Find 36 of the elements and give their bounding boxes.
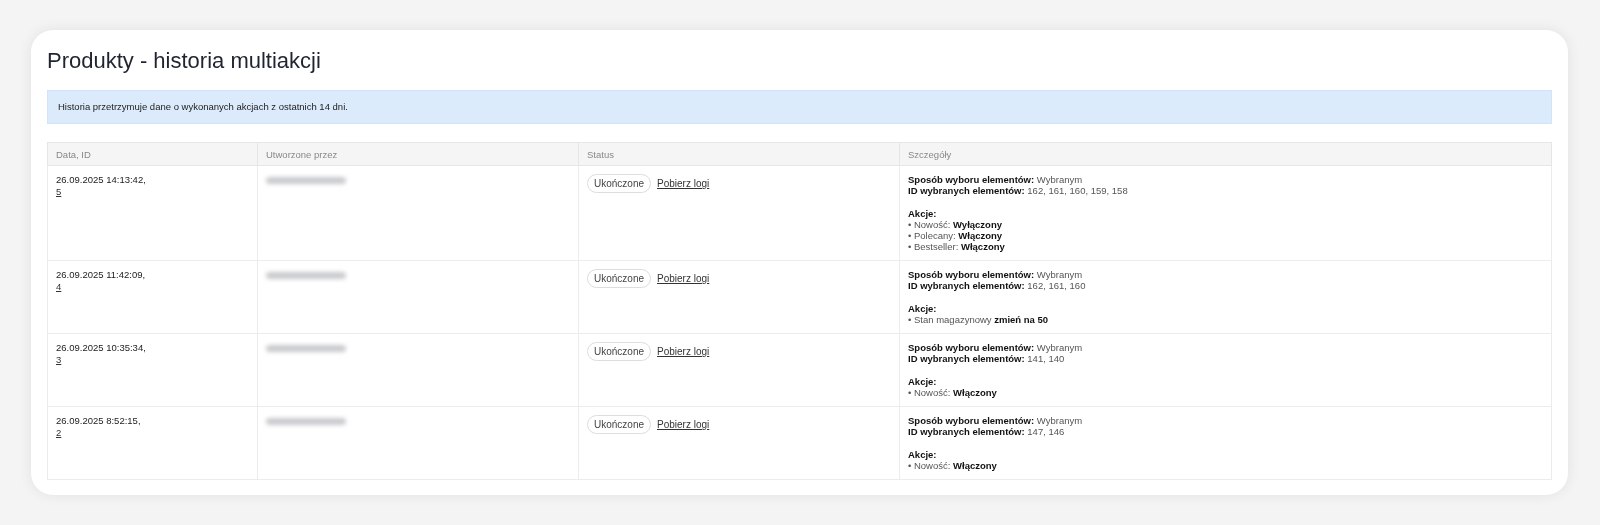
- download-logs-link[interactable]: Pobierz logi: [657, 419, 710, 430]
- actions-heading: Akcje:: [908, 303, 938, 314]
- action-line: • Bestseller: Włączony: [908, 241, 1006, 252]
- detail-line: Sposób wyboru elementów: Wybranym: [908, 174, 1084, 185]
- detail-line: ID wybranych elementów: 147, 146: [908, 426, 1066, 437]
- id-link[interactable]: 3: [56, 354, 62, 366]
- download-logs-link[interactable]: Pobierz logi: [657, 346, 710, 357]
- action-line: • Polecany: Włączony: [908, 230, 1004, 241]
- action-line: • Nowość: Włączony: [908, 460, 998, 471]
- info-banner: Historia przetrzymuje dane o wykonanych akcjach z ostatnich 14 dni.: [47, 90, 1552, 124]
- download-logs-link[interactable]: Pobierz logi: [657, 273, 710, 284]
- action-line: • Stan magazynowy zmień na 50: [908, 314, 1050, 325]
- detail-line: Sposób wyboru elementów: Wybranym: [908, 269, 1084, 280]
- actions-heading: Akcje:: [908, 449, 938, 460]
- column-header: Szczegóły: [899, 142, 1552, 166]
- column-header: Data, ID: [47, 142, 258, 166]
- download-logs-link[interactable]: Pobierz logi: [657, 178, 710, 189]
- date-text: 26.09.2025 10:35:34,: [56, 342, 147, 354]
- detail-line: ID wybranych elementów: 162, 161, 160, 159, 158: [908, 185, 1129, 196]
- actions-heading: Akcje:: [908, 376, 938, 387]
- column-header: Status: [578, 142, 900, 166]
- detail-line: Sposób wyboru elementów: Wybranym: [908, 342, 1084, 353]
- page-title: Produkty - historia multiakcji: [47, 47, 322, 75]
- date-text: 26.09.2025 14:13:42,: [56, 174, 147, 186]
- date-text: 26.09.2025 11:42:09,: [56, 269, 147, 281]
- detail-line: Sposób wyboru elementów: Wybranym: [908, 415, 1084, 426]
- actions-heading: Akcje:: [908, 208, 938, 219]
- action-line: • Nowość: Wyłączony: [908, 219, 1003, 230]
- action-line: • Nowość: Włączony: [908, 387, 998, 398]
- detail-line: ID wybranych elementów: 162, 161, 160: [908, 280, 1087, 291]
- id-link[interactable]: 4: [56, 281, 62, 293]
- id-link[interactable]: 5: [56, 186, 62, 198]
- column-header: Utworzone przez: [257, 142, 579, 166]
- id-link[interactable]: 2: [56, 427, 62, 439]
- date-text: 26.09.2025 8:52:15,: [56, 415, 142, 427]
- detail-line: ID wybranych elementów: 141, 140: [908, 353, 1066, 364]
